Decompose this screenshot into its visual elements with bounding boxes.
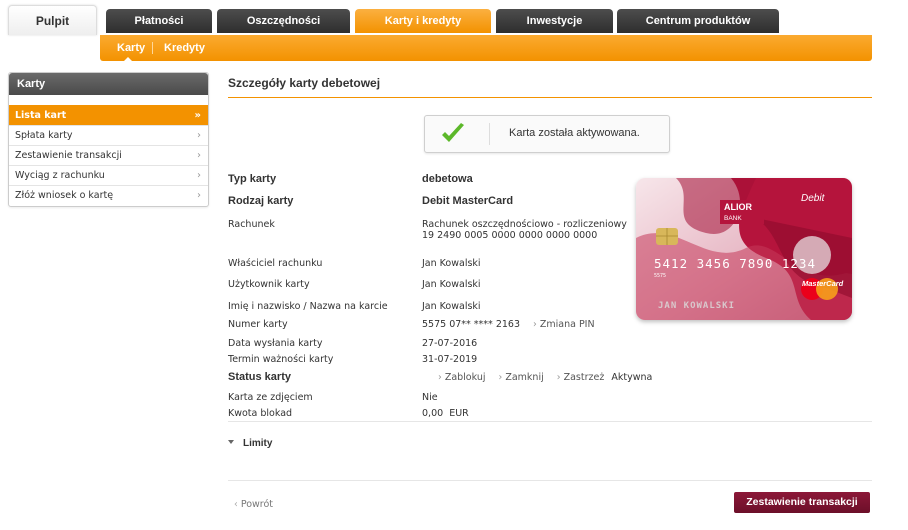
label-typ-karty: Typ karty: [228, 173, 277, 185]
main-content: Szczegóły karty debetowej Karta została …: [228, 72, 872, 530]
sidebar-item-label: Zestawienie transakcji: [15, 150, 122, 161]
transaction-report-button[interactable]: Zestawienie transakcji: [734, 492, 870, 513]
limits-label: Limity: [243, 438, 273, 449]
sidebar-items: Lista kart » Spłata karty › Zestawienie …: [9, 105, 208, 205]
chevron-right-icon: ›: [197, 150, 201, 161]
section-divider: [228, 421, 872, 422]
card-number: 5575 07** **** 2163: [422, 319, 521, 330]
tab-karty-i-kredyty[interactable]: Karty i kredyty: [355, 9, 491, 33]
active-subnav-indicator: [124, 57, 132, 61]
caret-down-icon: [228, 440, 234, 445]
label-rodzaj-karty: Rodzaj karty: [228, 195, 294, 207]
subnav-separator: [152, 42, 153, 54]
value-wlasciciel: Jan Kowalski: [422, 258, 481, 269]
sidebar-item-zloz-wniosek[interactable]: Złóż wniosek o kartę ›: [9, 185, 208, 205]
chevron-right-icon: ›: [197, 130, 201, 141]
label-termin-waznosci: Termin ważności karty: [228, 354, 334, 365]
chevron-right-icon: ›: [438, 372, 442, 383]
value-rachunek-numer: 19 2490 0005 0000 0000 0000 0000: [422, 230, 598, 241]
change-pin-link[interactable]: › Zmiana PIN: [533, 319, 595, 330]
close-card-link[interactable]: › Zamknij: [499, 372, 544, 383]
label-zdjecie: Karta ze zdjęciem: [228, 392, 313, 403]
label-uzytkownik: Użytkownik karty: [228, 279, 310, 290]
chevron-right-icon: ›: [533, 319, 537, 330]
restrict-card-label: Zastrzeż: [563, 372, 605, 383]
label-data-wyslania: Data wysłania karty: [228, 338, 323, 349]
value-zdjecie: Nie: [422, 392, 438, 403]
page-title: Szczegóły karty debetowej: [228, 76, 381, 90]
chevron-left-icon: ‹: [234, 499, 238, 510]
card-pan: 5412 3456 7890 1234: [654, 256, 816, 271]
tab-centrum-produktow[interactable]: Centrum produktów: [617, 9, 779, 33]
sidebar-item-label: Wyciąg z rachunku: [15, 170, 105, 181]
card-product-label: Debit: [801, 193, 825, 204]
label-numer-karty: Numer karty: [228, 319, 288, 330]
sidebar-item-label: Spłata karty: [15, 130, 73, 141]
tab-pulpit[interactable]: Pulpit: [8, 5, 97, 35]
label-imie-nazwisko: Imię i nazwisko / Nazwa na karcie: [228, 301, 388, 312]
sidebar-item-lista-kart[interactable]: Lista kart »: [9, 105, 208, 125]
tab-platnosci[interactable]: Płatności: [106, 9, 212, 33]
mastercard-logo: MasterCard: [802, 279, 844, 288]
value-rachunek-typ: Rachunek oszczędnościowo - rozliczeniowy: [422, 219, 627, 230]
card-pan-small: 5575: [654, 273, 667, 279]
block-card-link[interactable]: › Zablokuj: [438, 372, 486, 383]
value-rodzaj-karty: Debit MasterCard: [422, 195, 514, 207]
title-divider: [228, 97, 872, 98]
alior-bank-logo: ALIOR BANK: [720, 200, 764, 224]
limits-toggle[interactable]: Limity: [228, 438, 272, 449]
value-typ-karty: debetowa: [422, 173, 473, 185]
label-rachunek: Rachunek: [228, 219, 275, 230]
sidebar-item-zestawienie-transakcji[interactable]: Zestawienie transakcji ›: [9, 145, 208, 165]
subnav-kredyty[interactable]: Kredyty: [164, 35, 205, 61]
back-link[interactable]: ‹ Powrót: [234, 499, 273, 510]
label-wlasciciel: Właściciel rachunku: [228, 258, 323, 269]
brand-name: ALIOR: [724, 202, 752, 212]
double-chevron-right-icon: »: [194, 110, 201, 121]
sidebar-item-label: Lista kart: [15, 110, 67, 121]
notice-message: Karta została aktywowana.: [509, 127, 640, 139]
value-numer-karty: 5575 07** **** 2163 › Zmiana PIN: [422, 319, 595, 330]
back-label: Powrót: [240, 499, 274, 510]
value-status-karty: › Zablokuj › Zamknij › Zastrzeż Aktywna: [422, 372, 652, 383]
tab-inwestycje[interactable]: Inwestycje: [496, 9, 613, 33]
brand-sub: BANK: [724, 215, 742, 222]
success-notice: Karta została aktywowana.: [424, 115, 670, 153]
sidebar-title: Karty: [9, 73, 208, 95]
chevron-right-icon: ›: [556, 372, 561, 383]
sub-navigation: Karty Kredyty: [100, 35, 872, 61]
top-navigation: Pulpit Płatności Oszczędności Karty i kr…: [0, 0, 908, 36]
close-card-label: Zamknij: [505, 372, 544, 383]
card-holder-name: JAN KOWALSKI: [658, 301, 736, 311]
restrict-card-link[interactable]: › Zastrzeż: [557, 372, 605, 383]
footer-divider: [228, 480, 872, 481]
value-imie-nazwisko: Jan Kowalski: [422, 301, 481, 312]
change-pin-label: Zmiana PIN: [539, 319, 595, 330]
notice-divider: [489, 123, 490, 145]
sidebar-item-wyciag-z-rachunku[interactable]: Wyciąg z rachunku ›: [9, 165, 208, 185]
value-uzytkownik: Jan Kowalski: [422, 279, 481, 290]
sidebar-item-label: Złóż wniosek o kartę: [15, 190, 114, 201]
tab-oszczednosci[interactable]: Oszczędności: [217, 9, 350, 33]
chevron-right-icon: ›: [197, 170, 201, 181]
card-image: ALIOR BANK Debit 5412 3456 7890 1234 5575…: [636, 178, 852, 320]
chevron-right-icon: ›: [498, 372, 503, 383]
sidebar: Karty Lista kart » Spłata karty › Zestaw…: [8, 72, 209, 207]
card-status-value: Aktywna: [611, 372, 653, 383]
label-status-karty: Status karty: [228, 371, 291, 383]
chevron-right-icon: ›: [197, 190, 201, 201]
value-termin-waznosci: 31-07-2019: [422, 354, 478, 365]
value-kwota-blokad: 0,00 EUR: [422, 408, 469, 419]
block-card-label: Zablokuj: [444, 372, 486, 383]
checkmark-icon: [442, 123, 464, 142]
value-data-wyslania: 27-07-2016: [422, 338, 478, 349]
sidebar-item-splata-karty[interactable]: Spłata karty ›: [9, 125, 208, 145]
label-kwota-blokad: Kwota blokad: [228, 408, 293, 419]
